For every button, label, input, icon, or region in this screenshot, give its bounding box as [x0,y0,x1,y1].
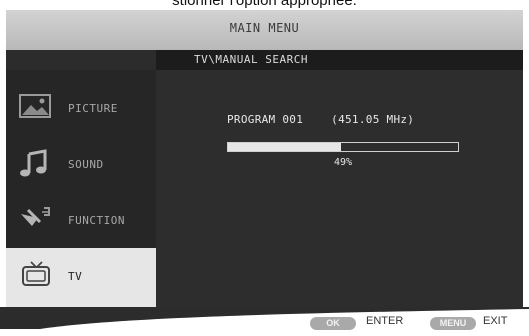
sidebar-item-label: PICTURE [68,102,118,115]
sidebar-item-label: SOUND [68,158,104,171]
manual-search-panel: PROGRAM 001 (451.05 MHz) 49% [156,70,523,307]
exit-label: EXIT [483,315,508,327]
sidebar-item-function[interactable]: FUNCTION [6,192,156,248]
breadcrumb-bar: TV\MANUAL SEARCH [156,50,523,70]
sidebar-header [6,50,156,70]
progress-fill [228,143,341,151]
program-number: PROGRAM 001 [227,113,304,126]
breadcrumb: TV\MANUAL SEARCH [194,53,308,66]
sidebar-item-picture[interactable]: PICTURE [6,80,156,136]
sidebar-item-sound[interactable]: SOUND [6,136,156,192]
menu-key-badge: MENU [430,317,476,330]
enter-label: ENTER [366,315,404,327]
sidebar: PICTURE SOUND FUNCTION TV [6,70,156,307]
sidebar-item-label: TV [68,270,83,283]
progress-percent: 49% [333,157,353,168]
tv-icon [22,261,50,286]
sidebar-item-label: FUNCTION [68,214,125,227]
tv-menu-screen: MAIN MENU TV\MANUAL SEARCH PICTURE SOUND [6,10,523,307]
ok-key-badge: OK [310,317,356,330]
picture-icon [19,94,51,118]
menu-title: MAIN MENU [229,21,300,35]
sidebar-item-tv[interactable]: TV [6,248,156,307]
music-note-icon [20,149,47,177]
program-info: PROGRAM 001 (451.05 MHz) [227,113,414,126]
program-frequency: (451.05 MHz) [331,113,415,126]
title-bar: MAIN MENU [6,10,523,50]
instruction-caption: stionner l'option appropriée. [172,0,357,9]
search-progress-bar [227,142,459,152]
function-icon [21,207,50,226]
